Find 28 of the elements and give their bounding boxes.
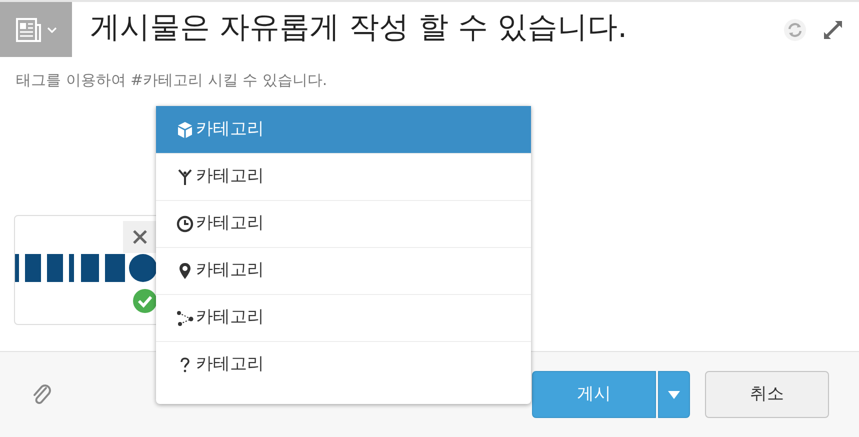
close-icon: [132, 228, 148, 244]
category-label: 카테고리: [196, 118, 264, 141]
category-menu-item[interactable]: 카테고리: [156, 247, 531, 294]
category-menu-item[interactable]: 카테고리: [156, 341, 531, 388]
category-label: 카테고리: [196, 165, 264, 188]
cancel-button[interactable]: 취소: [705, 371, 829, 418]
tag-hint: 태그를 이용하여 #카테고리 시킬 수 있습니다.: [16, 70, 328, 91]
post-title: 게시물은 자유롭게 작성 할 수 있습니다.: [90, 9, 628, 47]
connected-nodes-icon: [176, 309, 194, 327]
antenna-icon: [176, 168, 194, 186]
cube-icon: [176, 120, 194, 138]
post-options-button[interactable]: [658, 371, 690, 418]
category-label: 카테고리: [196, 212, 264, 236]
category-label: 카테고리: [196, 306, 264, 330]
category-label: 카테고리: [196, 259, 264, 282]
remove-attachment-button[interactable]: [123, 220, 157, 252]
expand-icon[interactable]: [821, 18, 845, 42]
chevron-down-icon: [47, 26, 57, 32]
category-label: 카테고리: [196, 353, 264, 376]
clock-icon: [176, 215, 194, 233]
category-menu-item[interactable]: 카테고리: [156, 153, 531, 200]
refresh-icon[interactable]: [783, 18, 807, 42]
category-menu-item[interactable]: 카테고리: [156, 106, 531, 153]
category-menu-item[interactable]: 카테고리: [156, 294, 531, 341]
newspaper-icon: [15, 16, 43, 42]
category-menu-item[interactable]: 카테고리: [156, 200, 531, 247]
caret-icon: [668, 390, 680, 398]
post-type-dropdown[interactable]: [0, 2, 72, 57]
